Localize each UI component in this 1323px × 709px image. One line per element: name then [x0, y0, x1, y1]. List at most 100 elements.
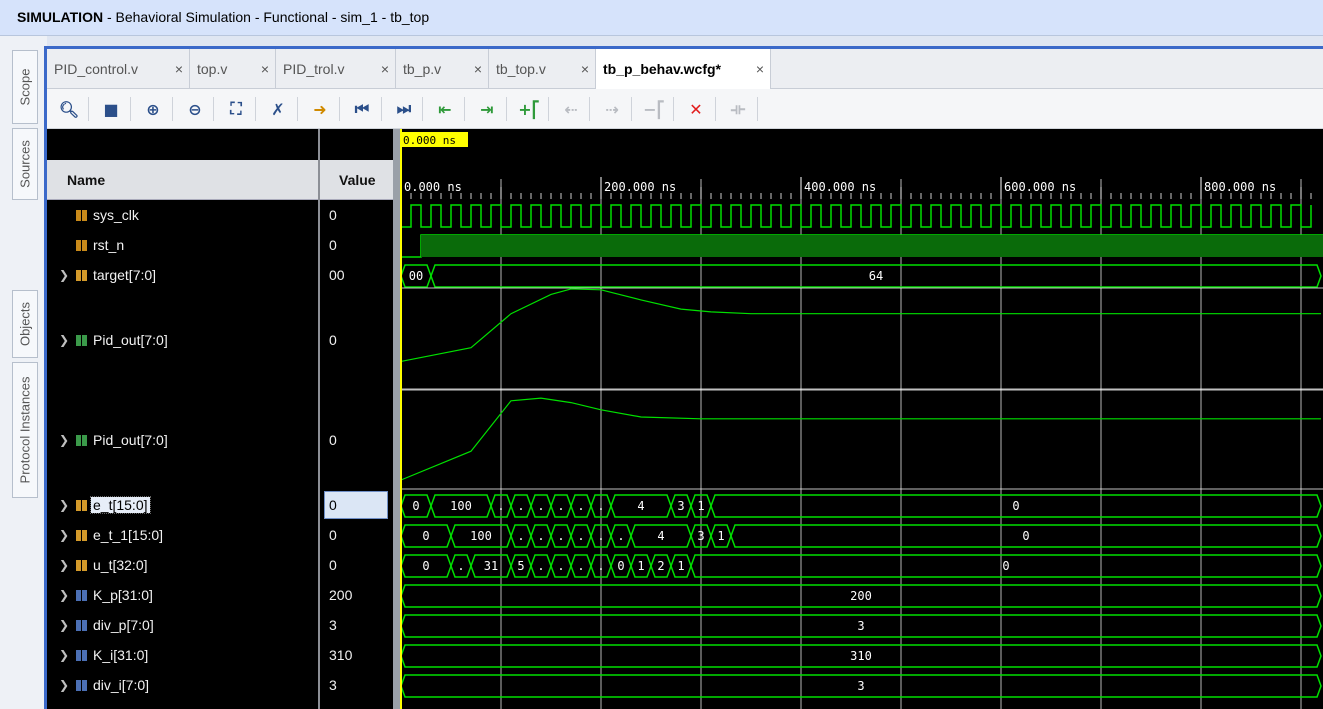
- delete-icon[interactable]: ✕: [683, 96, 709, 122]
- signal-bus-icon: [76, 650, 87, 661]
- e-t-1-bus-value: .: [537, 529, 544, 543]
- toolbar-separator: [757, 97, 758, 121]
- toolbar-separator: [130, 97, 131, 121]
- save-icon[interactable]: ■: [98, 96, 124, 122]
- e-t-1-bus-value: .: [577, 529, 584, 543]
- close-tab-icon[interactable]: ×: [474, 61, 482, 77]
- pane-splitter[interactable]: [393, 129, 400, 709]
- tab-pid-trol-v[interactable]: PID_trol.v ×: [276, 49, 396, 89]
- e-t-bus-value: .: [597, 499, 604, 513]
- u-t-bus-value: .: [557, 559, 564, 573]
- signal-row[interactable]: ❯ Pid_out[7:0] 0: [47, 426, 393, 456]
- waveform-canvas[interactable]: 0.000 ns 0.000 ns 200.000 ns 400.000 ns 600.…: [400, 129, 1323, 709]
- go-to-end-icon[interactable]: ⏭: [391, 96, 417, 122]
- tab-label: tb_p_behav.wcfg*: [603, 61, 721, 77]
- tab-tb-p-behav-wcfg[interactable]: tb_p_behav.wcfg* ×: [596, 49, 771, 90]
- toolbar-separator: [88, 97, 89, 121]
- previous-transition-icon[interactable]: ⇤: [432, 96, 458, 122]
- side-tab-scope[interactable]: Scope: [12, 50, 38, 124]
- e-t-1-bus-value: 1: [717, 529, 724, 543]
- signal-row[interactable]: ❯ K_i[31:0] 310: [47, 641, 393, 671]
- expand-chevron-icon[interactable]: ❯: [59, 648, 69, 662]
- signal-value: 0: [329, 557, 337, 573]
- e-t-bus-value: 0: [412, 499, 419, 513]
- e-t-1-bus-value: 4: [657, 529, 664, 543]
- value-column-header[interactable]: Value: [339, 172, 376, 188]
- signal-row[interactable]: ❯ div_i[7:0] 3: [47, 671, 393, 701]
- previous-marker-icon[interactable]: ⇠: [558, 96, 584, 122]
- side-tab-objects[interactable]: Objects: [12, 290, 38, 358]
- ruler-time-label: 200.000 ns: [604, 180, 676, 194]
- expand-chevron-icon[interactable]: ❯: [59, 268, 69, 282]
- expand-chevron-icon[interactable]: ❯: [59, 558, 69, 572]
- close-tab-icon[interactable]: ×: [175, 61, 183, 77]
- tab-label: PID_control.v: [54, 61, 139, 77]
- toolbar-separator: [548, 97, 549, 121]
- tab-label: top.v: [197, 61, 228, 77]
- left-side-tab-strip: Scope Sources Objects Protocol Instances: [0, 36, 47, 709]
- e-t-bus-value: .: [577, 499, 584, 513]
- expand-chevron-icon[interactable]: ❯: [59, 618, 69, 632]
- side-tab-protocol-instances[interactable]: Protocol Instances: [12, 362, 38, 498]
- toolbar-separator: [297, 97, 298, 121]
- expand-chevron-icon[interactable]: ❯: [59, 588, 69, 602]
- div-p-bus-value: 3: [857, 619, 864, 633]
- waveform-view[interactable]: 0.000 ns 0.000 ns 200.000 ns 400.000 ns 600.…: [400, 129, 1323, 709]
- toolbar-separator: [255, 97, 256, 121]
- signal-value: 3: [329, 617, 337, 633]
- expand-chevron-icon[interactable]: ❯: [59, 333, 69, 347]
- e-t-bus-value: 4: [637, 499, 644, 513]
- signal-row[interactable]: ❯ div_p[7:0] 3: [47, 611, 393, 641]
- go-to-start-icon[interactable]: ⏮: [349, 96, 375, 122]
- tab-pid-control-v[interactable]: PID_control.v ×: [47, 49, 190, 89]
- close-tab-icon[interactable]: ×: [381, 61, 389, 77]
- signal-row[interactable]: ❯ K_p[31:0] 200: [47, 581, 393, 611]
- next-marker-icon[interactable]: ⇢: [599, 96, 625, 122]
- signal-row[interactable]: ❯ e_t[15:0] 0: [47, 491, 393, 521]
- zoom-in-icon[interactable]: ⊕: [140, 96, 166, 122]
- e-t-1-bus-value: .: [597, 529, 604, 543]
- rst-n-high-fill: [421, 235, 1323, 257]
- signal-row[interactable]: sys_clk 0: [47, 201, 393, 231]
- close-tab-icon[interactable]: ×: [581, 61, 589, 77]
- signal-row[interactable]: ❯ target[7:0] 00: [47, 261, 393, 291]
- cursor-icon[interactable]: ✗: [265, 96, 291, 122]
- tab-tb-p-v[interactable]: tb_p.v ×: [396, 49, 489, 89]
- toolbar-separator: [715, 97, 716, 121]
- signal-value: 0: [329, 207, 337, 223]
- tab-top-v[interactable]: top.v ×: [190, 49, 276, 89]
- signal-row[interactable]: ❯ u_t[32:0] 0: [47, 551, 393, 581]
- e-t-1-bus-value: .: [617, 529, 624, 543]
- signal-value: 0: [329, 237, 337, 253]
- close-tab-icon[interactable]: ×: [756, 61, 764, 77]
- signal-row[interactable]: rst_n 0: [47, 231, 393, 261]
- goto-cursor-icon[interactable]: ➜: [307, 96, 333, 122]
- signal-row[interactable]: ❯ e_t_1[15:0] 0: [47, 521, 393, 551]
- side-tab-sources[interactable]: Sources: [12, 128, 38, 200]
- e-t-bus-value: 100: [450, 499, 472, 513]
- add-marker-icon[interactable]: +⎡: [516, 96, 542, 122]
- u-t-bus-value: 5: [517, 559, 524, 573]
- search-icon[interactable]: 🔍︎: [56, 96, 82, 122]
- zoom-out-icon[interactable]: ⊖: [182, 96, 208, 122]
- toolbar-separator: [381, 97, 382, 121]
- expand-chevron-icon[interactable]: ❯: [59, 498, 69, 512]
- next-transition-icon[interactable]: ⇥: [474, 96, 500, 122]
- expand-chevron-icon[interactable]: ❯: [59, 528, 69, 542]
- name-column-header[interactable]: Name: [67, 172, 105, 188]
- tab-tb-top-v[interactable]: tb_top.v ×: [489, 49, 596, 89]
- signal-name: e_t_1[15:0]: [93, 527, 164, 543]
- tab-label: tb_top.v: [496, 61, 546, 77]
- signal-row[interactable]: ❯ Pid_out[7:0] 0: [47, 326, 393, 356]
- close-tab-icon[interactable]: ×: [261, 61, 269, 77]
- expand-chevron-icon[interactable]: ❯: [59, 678, 69, 692]
- delete-marker-icon[interactable]: −⎡: [641, 96, 667, 122]
- expand-chevron-icon[interactable]: ❯: [59, 433, 69, 447]
- column-header: Name Value: [47, 160, 393, 200]
- e-t-1-bus-value: 100: [470, 529, 492, 543]
- zoom-fit-icon[interactable]: ⛶: [223, 96, 249, 122]
- toolbar-separator: [506, 97, 507, 121]
- swap-cursors-icon[interactable]: ⟛: [725, 96, 751, 122]
- target-bus-value: 00: [409, 269, 423, 283]
- ruler-time-label: 800.000 ns: [1204, 180, 1276, 194]
